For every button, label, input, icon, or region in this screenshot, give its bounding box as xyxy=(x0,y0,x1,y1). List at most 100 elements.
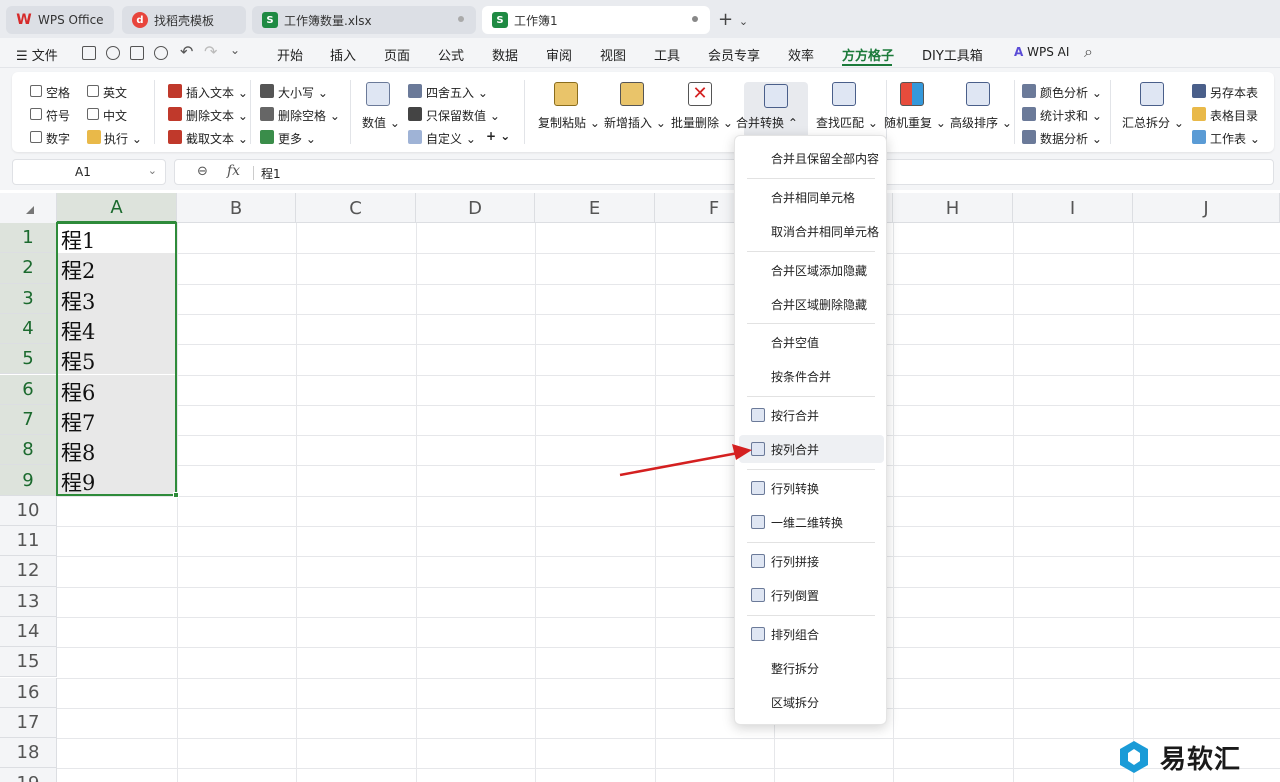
merge-menu-item[interactable]: 按列合并 xyxy=(739,435,884,463)
merge-menu-item[interactable]: 按条件合并 xyxy=(739,362,884,390)
row-header-4[interactable]: 4 xyxy=(0,313,57,345)
batch-delete-button[interactable]: 批量删除 ⌄ xyxy=(671,114,733,131)
merge-menu-item[interactable]: 合并且保留全部内容 xyxy=(739,144,884,172)
row-header-6[interactable]: 6 xyxy=(0,374,57,405)
menu-page[interactable]: 页面 xyxy=(384,45,410,64)
advanced-sort-button[interactable]: 高级排序 ⌄ xyxy=(950,114,1012,131)
row-header-12[interactable]: 12 xyxy=(0,556,57,587)
merge-menu-item[interactable]: 行列转换 xyxy=(739,474,884,502)
row-header-7[interactable]: 7 xyxy=(0,404,57,436)
merge-menu-item[interactable]: 区域拆分 xyxy=(739,688,884,716)
round-button[interactable]: 四舍五入 ⌄ xyxy=(426,84,488,101)
row-header-16[interactable]: 16 xyxy=(0,677,57,708)
tab-workbook1[interactable]: S 工作簿1 xyxy=(482,6,710,34)
menu-tools[interactable]: 工具 xyxy=(654,45,680,64)
case-button[interactable]: 大小写 ⌄ xyxy=(278,84,328,101)
name-box[interactable]: A1 ⌄ xyxy=(12,159,166,185)
execute-button[interactable]: 执行 ⌄ xyxy=(104,130,142,147)
row-header-15[interactable]: 15 xyxy=(0,647,57,678)
summary-split-button[interactable]: 汇总拆分 ⌄ xyxy=(1122,114,1184,131)
merge-menu-item[interactable]: 合并空值 xyxy=(739,328,884,356)
row-header-3[interactable]: 3 xyxy=(0,283,57,314)
row-header-13[interactable]: 13 xyxy=(0,586,57,617)
file-menu[interactable]: ☰ 文件 xyxy=(16,45,58,64)
checkbox-space[interactable] xyxy=(30,85,42,97)
row-header-18[interactable]: 18 xyxy=(0,738,57,769)
row-header-10[interactable]: 10 xyxy=(0,495,57,526)
undo-icon[interactable]: ↶ xyxy=(180,42,193,61)
row-header-11[interactable]: 11 xyxy=(0,526,57,557)
formula-input[interactable]: ⊖ fx 程1 xyxy=(174,159,1274,185)
zoom-icon[interactable]: ⊖ xyxy=(197,164,208,179)
merge-menu-item[interactable]: 合并相同单元格 xyxy=(739,183,884,211)
column-header-a[interactable]: A xyxy=(57,193,177,223)
tab-daoke-template[interactable]: d 找稻壳模板 xyxy=(122,6,246,34)
menu-efficiency[interactable]: 效率 xyxy=(788,45,814,64)
tab-wps-office[interactable]: W WPS Office xyxy=(6,6,114,34)
merge-menu-item[interactable]: 按行合并 xyxy=(739,401,884,429)
row-header-17[interactable]: 17 xyxy=(0,707,57,739)
merge-menu-item[interactable]: 一维二维转换 xyxy=(739,508,884,536)
row-header-1[interactable]: 1 xyxy=(0,223,57,254)
checkbox-number[interactable] xyxy=(30,131,42,143)
select-all-corner[interactable] xyxy=(0,193,57,223)
add-insert-button[interactable]: 新增插入 ⌄ xyxy=(604,114,666,131)
delete-text-button[interactable]: 删除文本 ⌄ xyxy=(186,107,248,124)
menu-fangfang-gezi[interactable]: 方方格子 xyxy=(842,45,894,64)
row-header-19[interactable]: 19 xyxy=(0,768,57,782)
save-icon[interactable] xyxy=(82,46,96,60)
merge-menu-item[interactable]: 行列倒置 xyxy=(739,581,884,609)
save-sheet-button[interactable]: 另存本表 xyxy=(1210,84,1258,101)
number-button[interactable]: 数值 ⌄ xyxy=(362,114,400,131)
column-header-j[interactable]: J xyxy=(1133,193,1280,223)
menu-start[interactable]: 开始 xyxy=(277,45,303,64)
redo-icon[interactable]: ↷ xyxy=(204,42,217,61)
extract-text-button[interactable]: 截取文本 ⌄ xyxy=(186,130,248,147)
fx-icon[interactable]: fx xyxy=(227,163,240,179)
print-icon[interactable] xyxy=(130,46,144,60)
checkbox-english[interactable] xyxy=(87,85,99,97)
copy-paste-button[interactable]: 复制粘贴 ⌄ xyxy=(538,114,600,131)
menu-diy-toolbox[interactable]: DIY工具箱 xyxy=(922,45,983,64)
worksheet-button[interactable]: 工作表 ⌄ xyxy=(1210,130,1260,147)
merge-convert-button[interactable]: 合并转换 ⌃ xyxy=(736,114,798,131)
random-repeat-button[interactable]: 随机重复 ⌄ xyxy=(884,114,946,131)
fill-handle[interactable] xyxy=(173,492,179,498)
menu-formula[interactable]: 公式 xyxy=(438,45,464,64)
spreadsheet-grid[interactable]: ABCDEFGHIJ 12345678910111213141516171819… xyxy=(0,193,1280,782)
checkbox-symbol[interactable] xyxy=(30,108,42,120)
merge-menu-item[interactable]: 行列拼接 xyxy=(739,547,884,575)
row-header-5[interactable]: 5 xyxy=(0,344,57,375)
menu-member[interactable]: 会员专享 xyxy=(708,45,760,64)
tab-workbook-count[interactable]: S 工作簿数量.xlsx xyxy=(252,6,476,34)
menu-view[interactable]: 视图 xyxy=(600,45,626,64)
merge-menu-item[interactable]: 整行拆分 xyxy=(739,654,884,682)
sheet-toc-button[interactable]: 表格目录 xyxy=(1210,107,1258,124)
merge-menu-item[interactable]: 取消合并相同单元格 xyxy=(739,217,884,245)
chevron-down-icon[interactable]: ⌄ xyxy=(230,43,240,57)
column-header-d[interactable]: D xyxy=(416,193,535,223)
wps-ai-button[interactable]: A WPS AI xyxy=(1014,45,1069,59)
merge-menu-item[interactable]: 排列组合 xyxy=(739,620,884,648)
new-tab-button[interactable]: + ⌄ xyxy=(718,9,748,30)
remove-space-button[interactable]: 删除空格 ⌄ xyxy=(278,107,340,124)
row-header-8[interactable]: 8 xyxy=(0,435,57,466)
custom-button[interactable]: 自定义 ⌄ xyxy=(426,130,476,147)
print-preview-icon[interactable] xyxy=(154,46,168,60)
menu-review[interactable]: 审阅 xyxy=(546,45,572,64)
color-analysis-button[interactable]: 颜色分析 ⌄ xyxy=(1040,84,1102,101)
row-header-14[interactable]: 14 xyxy=(0,616,57,648)
checkbox-chinese[interactable] xyxy=(87,108,99,120)
add-icon[interactable]: + ⌄ xyxy=(486,129,510,143)
column-header-i[interactable]: I xyxy=(1013,193,1133,223)
menu-insert[interactable]: 插入 xyxy=(330,45,356,64)
column-header-b[interactable]: B xyxy=(177,193,296,223)
find-match-button[interactable]: 查找匹配 ⌄ xyxy=(816,114,878,131)
search-icon[interactable]: ⌕ xyxy=(1084,42,1093,62)
more-button[interactable]: 更多 ⌄ xyxy=(278,130,316,147)
data-analysis-button[interactable]: 数据分析 ⌄ xyxy=(1040,130,1102,147)
insert-text-button[interactable]: 插入文本 ⌄ xyxy=(186,84,248,101)
column-header-e[interactable]: E xyxy=(535,193,655,223)
merge-menu-item[interactable]: 合并区域添加隐藏 xyxy=(739,256,884,284)
row-header-2[interactable]: 2 xyxy=(0,253,57,284)
